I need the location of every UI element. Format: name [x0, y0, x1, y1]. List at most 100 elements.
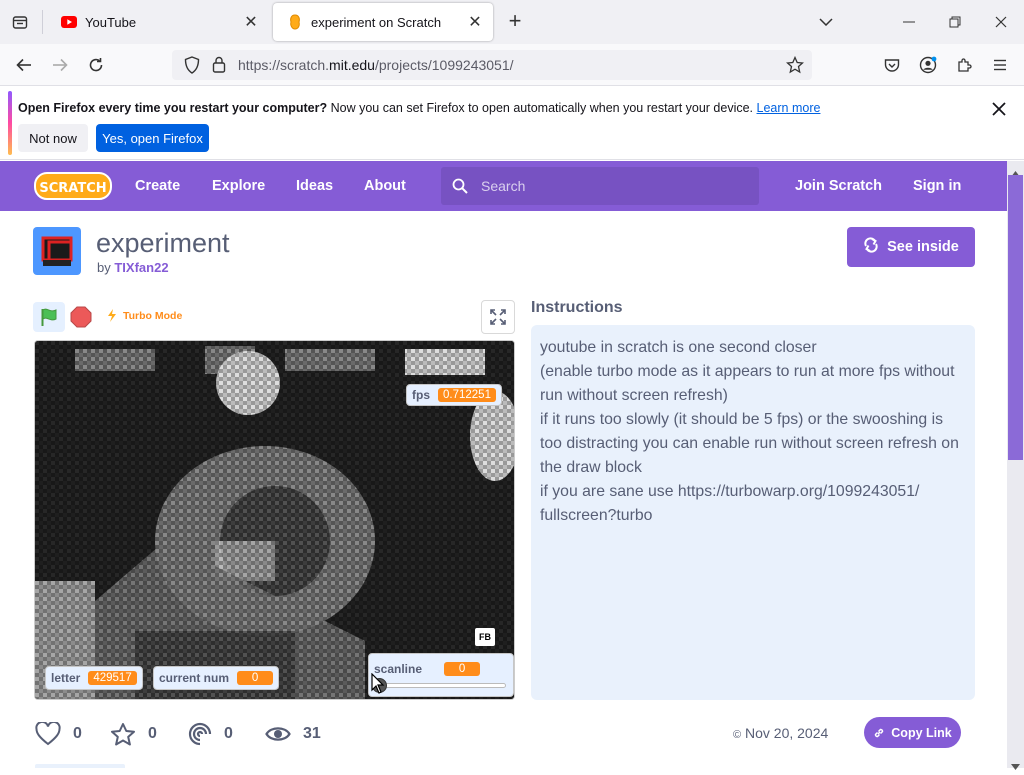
lightning-icon	[108, 309, 116, 322]
page-scrollbar[interactable]	[1007, 161, 1024, 770]
green-flag-button[interactable]	[33, 302, 65, 332]
new-tab-button[interactable]: +	[503, 10, 527, 34]
close-tab-icon[interactable]: ✕	[239, 10, 263, 34]
close-window-button[interactable]	[978, 0, 1024, 44]
letter-value: 429517	[88, 671, 137, 685]
notification-bold: Open Firefox every time you restart your…	[18, 101, 328, 115]
tab-strip: YouTube ✕ experiment on Scratch ✕ +	[0, 0, 1024, 44]
pocket-icon[interactable]	[876, 49, 908, 81]
project-thumbnail	[33, 227, 81, 275]
scanline-monitor[interactable]: scanline 0	[368, 653, 514, 697]
fullscreen-button[interactable]	[481, 300, 515, 334]
nav-about-link[interactable]: About	[364, 178, 406, 194]
menu-icon[interactable]	[984, 49, 1016, 81]
notification-text: Now you can set Firefox to open automati…	[327, 101, 754, 115]
tab-list-icon[interactable]	[8, 10, 32, 34]
account-icon[interactable]	[912, 49, 944, 81]
address-bar[interactable]: https://scratch.mit.edu/projects/1099243…	[172, 50, 812, 80]
copy-link-button[interactable]: Copy Link	[864, 717, 961, 748]
url-path: /projects/1099243051/	[374, 57, 514, 73]
views-count: 31	[303, 725, 321, 742]
forward-button[interactable]	[44, 49, 76, 81]
stop-button[interactable]	[70, 306, 92, 328]
instruction-line: (enable turbo mode as it appears to run …	[540, 363, 955, 404]
url-text[interactable]: https://scratch.mit.edu/projects/1099243…	[238, 57, 514, 73]
scrollbar-thumb[interactable]	[1008, 175, 1023, 460]
not-now-button[interactable]: Not now	[18, 124, 88, 152]
search-icon	[452, 178, 468, 199]
reload-button[interactable]	[80, 49, 112, 81]
scratch-search-input[interactable]: Search	[441, 167, 759, 205]
date-text: Nov 20, 2024	[745, 725, 829, 741]
shield-icon[interactable]	[184, 56, 200, 79]
close-tab-icon[interactable]: ✕	[463, 10, 487, 34]
chevron-down-icon[interactable]	[814, 10, 838, 34]
views-stat: 31	[265, 719, 321, 749]
remix-stat: 0	[188, 719, 233, 749]
see-inside-button[interactable]: See inside	[847, 227, 975, 267]
stop-sign-icon	[70, 306, 92, 328]
url-prefix: https://scratch.	[238, 57, 330, 73]
project-stage[interactable]: fps 0.712251 FB letter 429517 current nu…	[34, 340, 515, 700]
fps-monitor[interactable]: fps 0.712251	[406, 384, 502, 406]
love-count: 0	[73, 725, 82, 742]
fb-sprite: FB	[475, 628, 495, 646]
yes-open-firefox-button[interactable]: Yes, open Firefox	[96, 124, 209, 152]
mouse-cursor-icon	[371, 672, 385, 699]
extensions-icon[interactable]	[948, 49, 980, 81]
instruction-line: if it runs too slowly (it should be 5 fp…	[540, 411, 959, 476]
favorite-count: 0	[148, 725, 157, 742]
remix-arrows-icon	[863, 237, 879, 257]
green-flag-icon	[41, 308, 57, 326]
scratch-navbar: SCRATCH Create Explore Ideas About Searc…	[0, 161, 1007, 211]
tab-title: YouTube	[85, 14, 137, 30]
current-num-label: current num	[159, 671, 230, 685]
letter-label: letter	[51, 671, 81, 685]
scratch-logo[interactable]: SCRATCH	[34, 171, 112, 201]
instruction-line: youtube in scratch is one second closer	[540, 339, 817, 356]
nav-create-link[interactable]: Create	[135, 178, 180, 194]
bookmark-star-icon[interactable]	[785, 55, 805, 79]
svg-text:SCRATCH: SCRATCH	[39, 181, 106, 196]
instruction-line: if you are sane use https://turbowarp.or…	[540, 483, 920, 524]
youtube-icon	[61, 14, 77, 30]
notification-message: Open Firefox every time you restart your…	[18, 101, 820, 115]
url-host: mit.edu	[329, 57, 375, 73]
nav-explore-link[interactable]: Explore	[212, 178, 265, 194]
tab-youtube[interactable]: YouTube ✕	[47, 3, 269, 41]
project-byline: by TIXfan22	[97, 260, 169, 275]
by-label: by	[97, 260, 111, 275]
fps-label: fps	[412, 388, 430, 402]
current-num-monitor[interactable]: current num 0	[153, 666, 280, 690]
partial-next-section	[35, 764, 125, 768]
letter-monitor[interactable]: letter 429517	[45, 666, 143, 690]
heart-icon	[35, 722, 61, 746]
tab-experiment[interactable]: experiment on Scratch ✕	[273, 3, 493, 41]
fullscreen-icon	[490, 309, 506, 325]
link-icon	[875, 728, 884, 737]
copy-link-label: Copy Link	[891, 725, 952, 740]
favorite-stat[interactable]: 0	[110, 719, 157, 749]
back-button[interactable]	[8, 49, 40, 81]
scanline-slider[interactable]	[372, 678, 506, 693]
remix-spiral-icon	[188, 722, 212, 746]
navigation-toolbar: https://scratch.mit.edu/projects/1099243…	[0, 44, 1024, 86]
learn-more-link[interactable]: Learn more	[757, 101, 821, 115]
star-icon	[111, 722, 135, 745]
see-inside-label: See inside	[887, 239, 959, 255]
author-link[interactable]: TIXfan22	[114, 260, 168, 275]
sign-in-link[interactable]: Sign in	[913, 178, 961, 194]
scroll-down-arrow-icon[interactable]	[1011, 757, 1020, 775]
instructions-box: youtube in scratch is one second closer …	[531, 325, 975, 700]
tab-divider	[42, 10, 43, 34]
join-scratch-link[interactable]: Join Scratch	[795, 178, 882, 194]
close-notification-icon[interactable]	[989, 99, 1009, 119]
minimize-button[interactable]	[886, 0, 932, 44]
love-stat[interactable]: 0	[35, 719, 82, 749]
maximize-button[interactable]	[932, 0, 978, 44]
eye-icon	[265, 727, 291, 741]
lock-icon[interactable]	[212, 56, 226, 78]
fps-value: 0.712251	[438, 388, 496, 402]
nav-ideas-link[interactable]: Ideas	[296, 178, 333, 194]
share-date: © Nov 20, 2024	[733, 725, 828, 741]
